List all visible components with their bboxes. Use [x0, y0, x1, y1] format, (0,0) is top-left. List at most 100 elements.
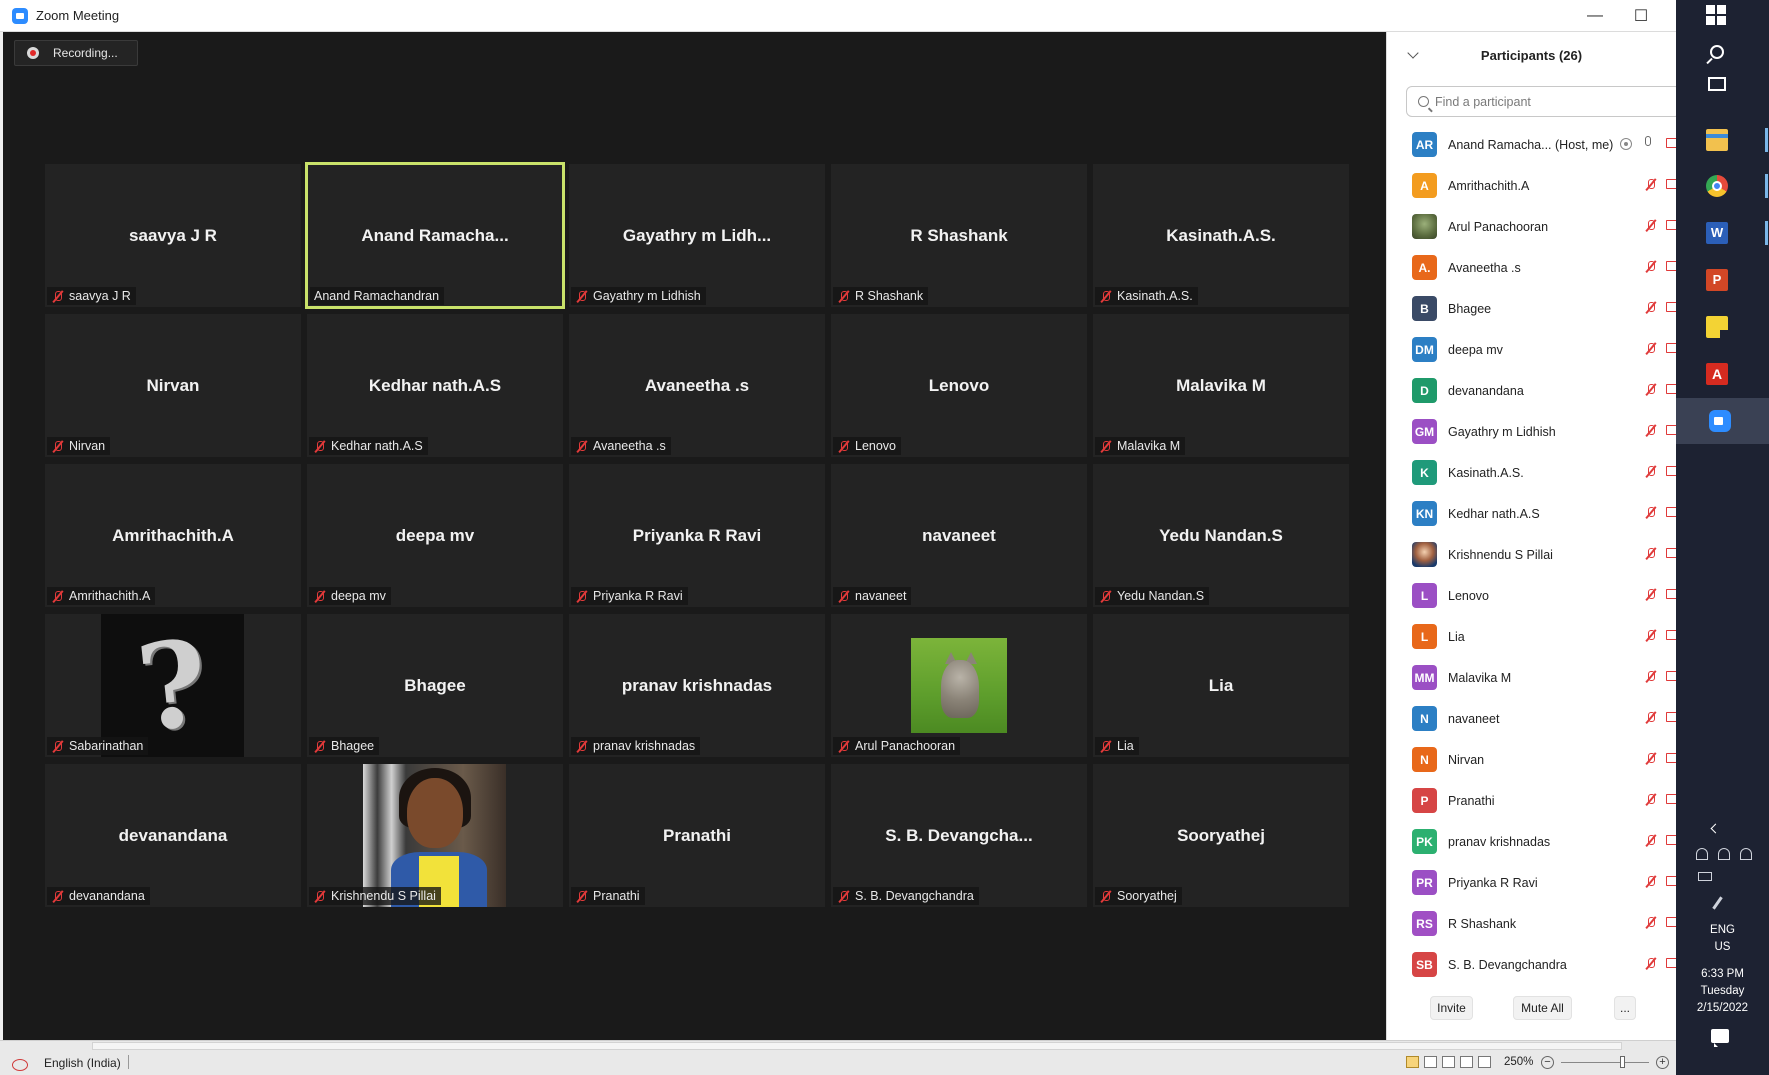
- muted-mic-icon[interactable]: [1644, 260, 1658, 274]
- participant-row[interactable]: RS R Shashank: [1387, 903, 1677, 944]
- video-tile[interactable]: Priyanka R Ravi Priyanka R Ravi: [569, 464, 825, 607]
- muted-mic-icon[interactable]: [1644, 342, 1658, 356]
- muted-mic-icon[interactable]: [1644, 670, 1658, 684]
- participant-row[interactable]: Nnavaneet: [1387, 698, 1677, 739]
- video-tile[interactable]: Pranathi Pranathi: [569, 764, 825, 907]
- video-tile[interactable]: Avaneetha .s Avaneetha .s: [569, 314, 825, 457]
- participant-row[interactable]: A. Avaneetha .s: [1387, 247, 1677, 288]
- recording-indicator[interactable]: Recording...: [14, 40, 138, 66]
- participant-row[interactable]: PR Priyanka R Ravi: [1387, 862, 1677, 903]
- video-tile[interactable]: Krishnendu S Pillai: [307, 764, 563, 907]
- volume-icon[interactable]: [1740, 848, 1752, 860]
- video-tile[interactable]: R Shashank R Shashank: [831, 164, 1087, 307]
- word-icon[interactable]: W: [1706, 222, 1728, 244]
- participant-row[interactable]: A Amrithachith.A: [1387, 165, 1677, 206]
- outline-icon[interactable]: [1460, 1056, 1473, 1068]
- participant-row[interactable]: P Pranathi: [1387, 780, 1677, 821]
- muted-mic-icon[interactable]: [1644, 219, 1658, 233]
- participant-row[interactable]: AR Anand Ramacha... (Host, me): [1387, 124, 1677, 165]
- muted-mic-icon[interactable]: [1644, 547, 1658, 561]
- mute-all-button[interactable]: Mute All: [1513, 996, 1572, 1020]
- maximize-button[interactable]: ☐: [1618, 0, 1664, 32]
- video-tile[interactable]: Amrithachith.A Amrithachith.A: [45, 464, 301, 607]
- video-tile[interactable]: pranav krishnadas pranav krishnadas: [569, 614, 825, 757]
- zoom-in-icon[interactable]: +: [1656, 1056, 1669, 1069]
- participant-row[interactable]: K Kasinath.A.S.: [1387, 452, 1677, 493]
- video-tile[interactable]: Nirvan Nirvan: [45, 314, 301, 457]
- muted-mic-icon[interactable]: [1644, 875, 1658, 889]
- pen-icon[interactable]: [1712, 896, 1723, 910]
- video-tile[interactable]: Malavika M Malavika M: [1093, 314, 1349, 457]
- powerpoint-icon[interactable]: P: [1706, 269, 1728, 291]
- more-options-button[interactable]: ...: [1614, 996, 1636, 1020]
- minimize-button[interactable]: —: [1572, 0, 1618, 32]
- video-tile[interactable]: Kasinath.A.S. Kasinath.A.S.: [1093, 164, 1349, 307]
- input-language-indicator[interactable]: ENG US: [1676, 922, 1769, 956]
- chrome-icon[interactable]: [1706, 175, 1728, 197]
- web-layout-icon[interactable]: [1442, 1056, 1455, 1068]
- zoom-out-icon[interactable]: −: [1541, 1056, 1554, 1069]
- video-tile[interactable]: Gayathry m Lidh... Gayathry m Lidhish: [569, 164, 825, 307]
- muted-mic-icon[interactable]: [1644, 957, 1658, 971]
- video-tile[interactable]: devanandana devanandana: [45, 764, 301, 907]
- video-tile[interactable]: Bhagee Bhagee: [307, 614, 563, 757]
- taskbar-clock[interactable]: 6:33 PM Tuesday 2/15/2022: [1676, 966, 1769, 1017]
- muted-mic-icon[interactable]: [1644, 752, 1658, 766]
- participant-row[interactable]: DM deepa mv: [1387, 329, 1677, 370]
- participant-row[interactable]: PK pranav krishnadas: [1387, 821, 1677, 862]
- taskbar-zoom-button[interactable]: [1676, 398, 1769, 444]
- language-label[interactable]: English (India): [44, 1056, 121, 1070]
- network-icon[interactable]: [1718, 848, 1730, 860]
- muted-mic-icon[interactable]: [1644, 506, 1658, 520]
- muted-mic-icon[interactable]: [1644, 711, 1658, 725]
- video-tile[interactable]: Kedhar nath.A.S Kedhar nath.A.S: [307, 314, 563, 457]
- muted-mic-icon[interactable]: [1644, 588, 1658, 602]
- video-tile[interactable]: Yedu Nandan.S Yedu Nandan.S: [1093, 464, 1349, 607]
- zoom-slider-thumb[interactable]: [1620, 1056, 1625, 1068]
- muted-mic-icon[interactable]: [1644, 834, 1658, 848]
- muted-mic-icon[interactable]: [1644, 629, 1658, 643]
- video-tile[interactable]: Lenovo Lenovo: [831, 314, 1087, 457]
- file-explorer-icon[interactable]: [1706, 129, 1728, 151]
- participant-row[interactable]: KN Kedhar nath.A.S: [1387, 493, 1677, 534]
- zoom-slider-track[interactable]: [1561, 1062, 1649, 1063]
- participant-row[interactable]: N Nirvan: [1387, 739, 1677, 780]
- participant-row[interactable]: MM Malavika M: [1387, 657, 1677, 698]
- participant-row[interactable]: Krishnendu S Pillai: [1387, 534, 1677, 575]
- participant-row[interactable]: B Bhagee: [1387, 288, 1677, 329]
- video-tile[interactable]: ? Sabarinathan: [45, 614, 301, 757]
- invite-button[interactable]: Invite: [1430, 996, 1473, 1020]
- video-tile[interactable]: S. B. Devangcha... S. B. Devangchandra: [831, 764, 1087, 907]
- show-hidden-icons-chevron-icon[interactable]: [1710, 823, 1721, 834]
- print-layout-icon[interactable]: [1406, 1056, 1419, 1068]
- video-tile[interactable]: Anand Ramacha... Anand Ramachandran: [305, 162, 565, 309]
- windows-start-icon[interactable]: [1706, 5, 1728, 27]
- collapse-chevron-icon[interactable]: [1407, 47, 1419, 59]
- participant-row[interactable]: L Lenovo: [1387, 575, 1677, 616]
- muted-mic-icon[interactable]: [1644, 793, 1658, 807]
- draft-icon[interactable]: [1478, 1056, 1491, 1068]
- search-icon[interactable]: [1710, 45, 1724, 59]
- sticky-notes-icon[interactable]: [1706, 316, 1728, 338]
- video-tile[interactable]: navaneet navaneet: [831, 464, 1087, 607]
- notification-center-icon[interactable]: [1711, 1029, 1729, 1047]
- participant-row[interactable]: L Lia: [1387, 616, 1677, 657]
- video-tile[interactable]: Arul Panachooran: [831, 614, 1087, 757]
- video-tile[interactable]: Lia Lia: [1093, 614, 1349, 757]
- horizontal-scrollbar[interactable]: [92, 1042, 1622, 1050]
- participant-row[interactable]: Ddevanandana: [1387, 370, 1677, 411]
- muted-mic-icon[interactable]: [1644, 301, 1658, 315]
- wifi-icon[interactable]: [1696, 848, 1708, 860]
- video-tile[interactable]: Sooryathej Sooryathej: [1093, 764, 1349, 907]
- read-mode-icon[interactable]: [1424, 1056, 1437, 1068]
- participant-search-input[interactable]: [1435, 94, 1655, 109]
- muted-mic-icon[interactable]: [1644, 383, 1658, 397]
- muted-mic-icon[interactable]: [1644, 424, 1658, 438]
- video-tile[interactable]: deepa mv deepa mv: [307, 464, 563, 607]
- task-view-icon[interactable]: [1708, 77, 1726, 91]
- muted-mic-icon[interactable]: [1644, 465, 1658, 479]
- participant-row[interactable]: GM Gayathry m Lidhish: [1387, 411, 1677, 452]
- video-tile[interactable]: saavya J R saavya J R: [45, 164, 301, 307]
- acrobat-icon[interactable]: A: [1706, 363, 1728, 385]
- participant-search[interactable]: [1406, 86, 1681, 117]
